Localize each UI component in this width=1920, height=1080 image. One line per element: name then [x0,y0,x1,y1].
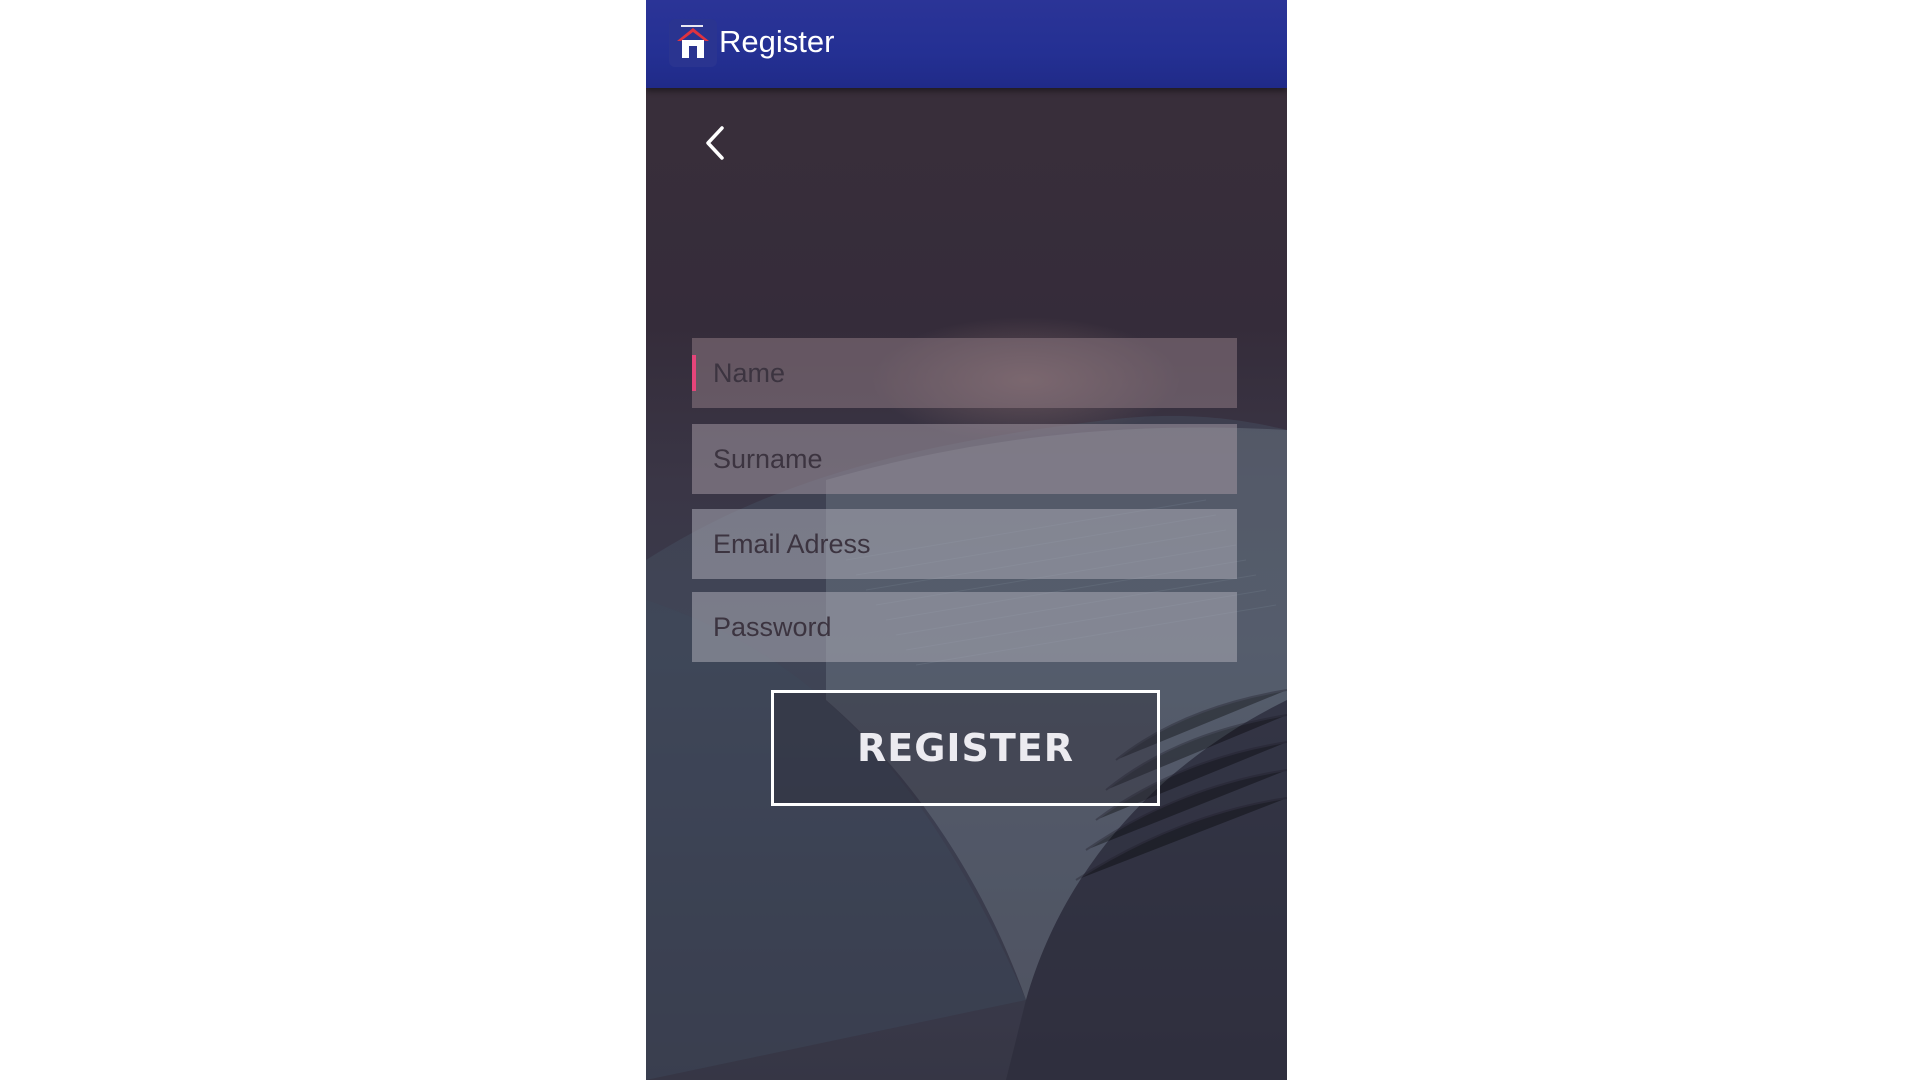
home-icon [677,25,709,58]
password-placeholder: Password [713,612,832,642]
app-bar: Register [646,0,1287,88]
register-button[interactable]: REGISTER [771,690,1160,806]
page-title: Register [719,24,835,59]
chevron-left-icon [706,126,724,160]
name-field[interactable]: Name [692,338,1237,408]
back-button[interactable] [696,118,736,168]
text-cursor [692,355,696,391]
phone-screen: Register Name Surname Email Adress Passw… [646,0,1287,1080]
password-field[interactable]: Password [692,592,1237,662]
email-field[interactable]: Email Adress [692,509,1237,579]
register-button-label: REGISTER [856,726,1075,770]
email-placeholder: Email Adress [713,529,871,559]
surname-placeholder: Surname [713,444,823,474]
surname-field[interactable]: Surname [692,424,1237,494]
app-logo [669,19,717,67]
name-placeholder: Name [713,358,786,388]
